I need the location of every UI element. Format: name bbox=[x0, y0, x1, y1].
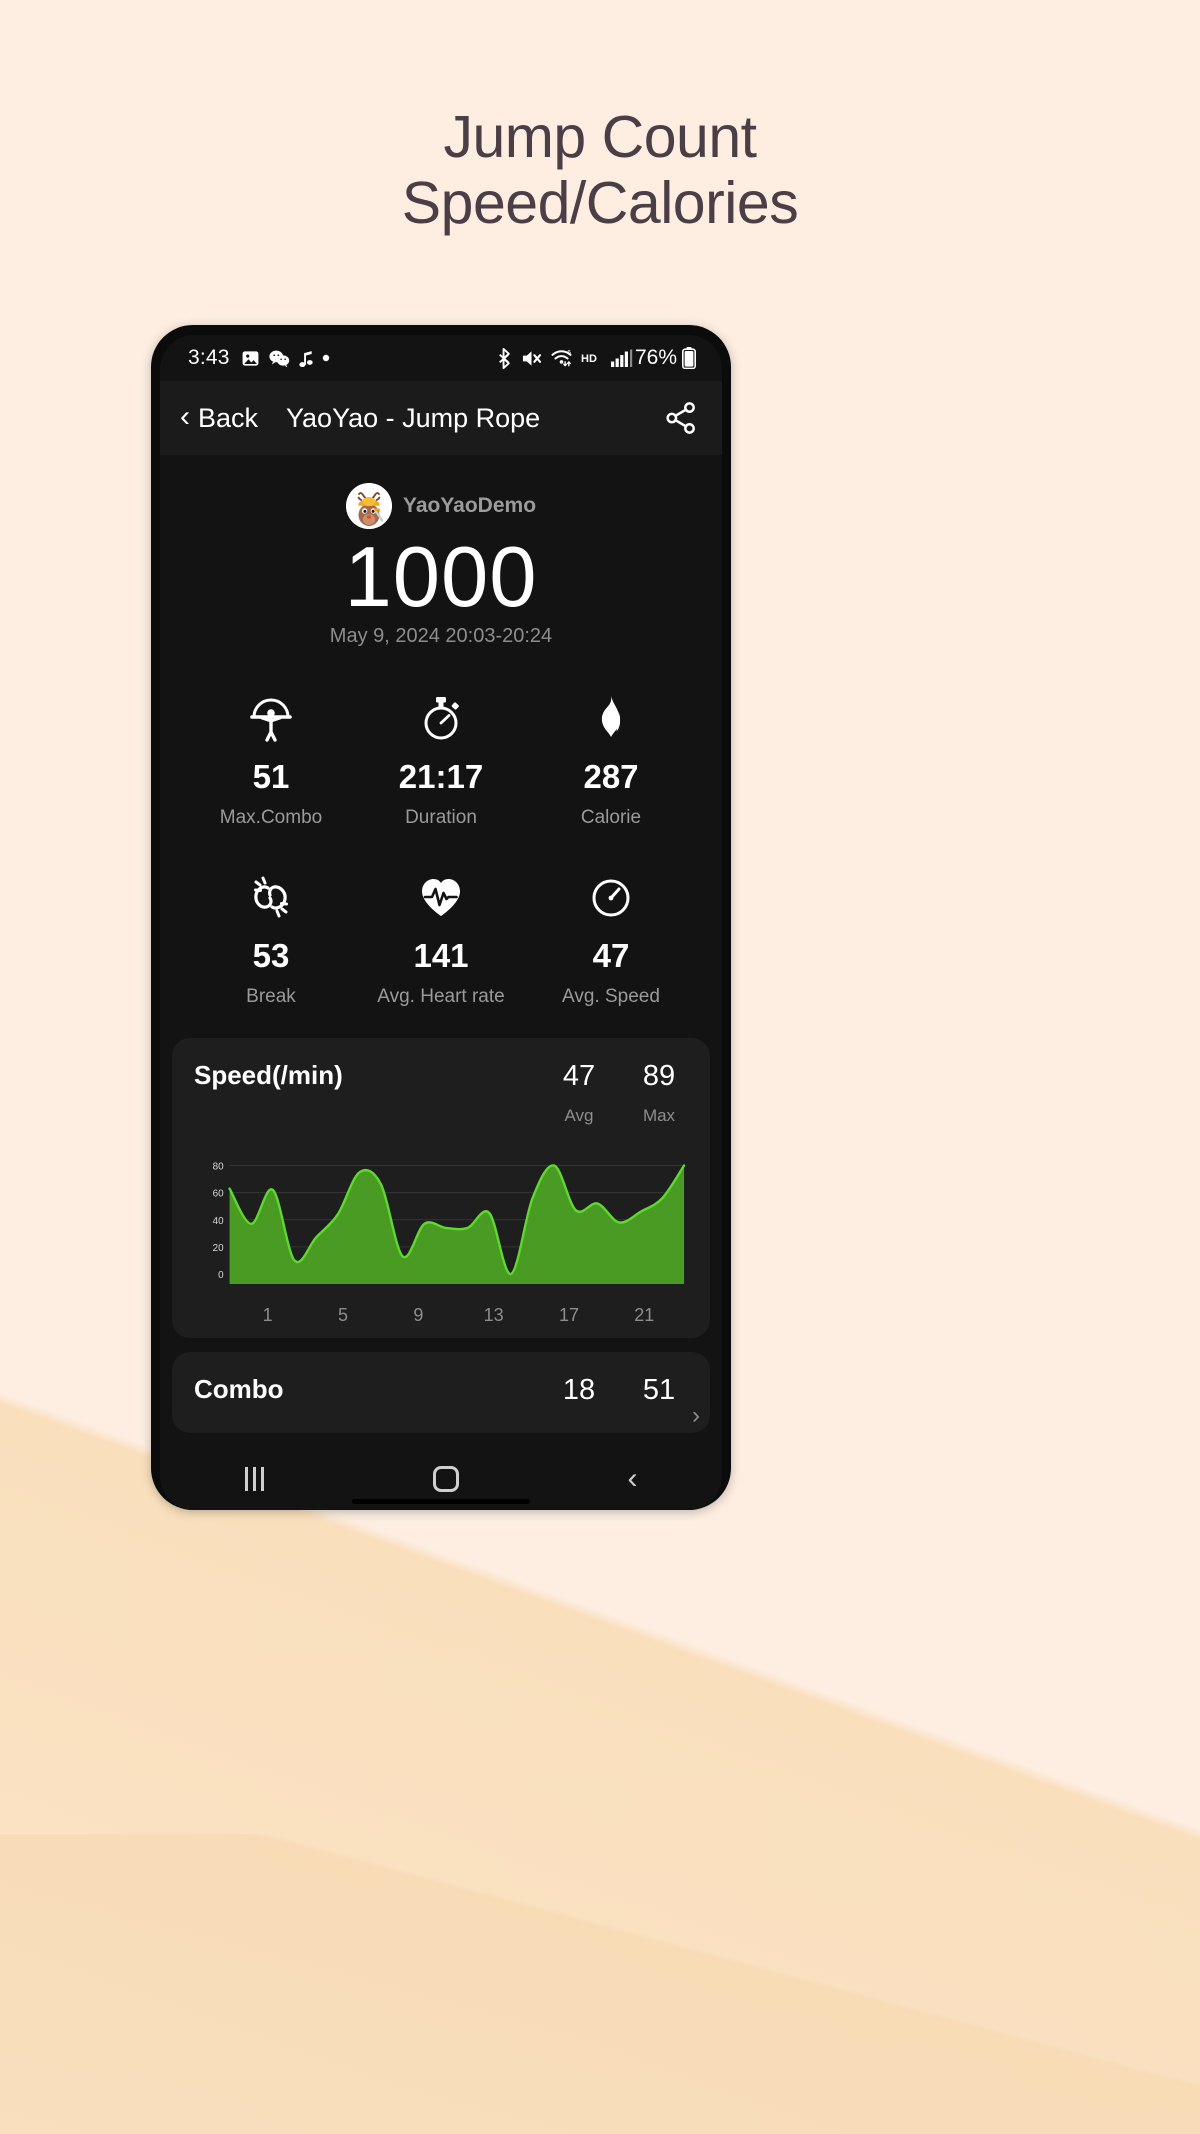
stat-label: Max.Combo bbox=[219, 807, 323, 829]
back-label: Back bbox=[198, 402, 259, 433]
chart-x-tick: 13 bbox=[483, 1305, 504, 1326]
combo-right-value: 51 bbox=[642, 1374, 676, 1407]
combo-left: 18 bbox=[550, 1374, 608, 1407]
chevron-left-icon: ‹ bbox=[180, 400, 190, 433]
stat-value: 21:17 bbox=[398, 758, 484, 796]
username: YaoYaoDemo bbox=[402, 494, 537, 517]
hero-section: YaoYaoDemo 1000 May 9, 2024 20:03-20:24 bbox=[160, 455, 722, 654]
svg-text:80: 80 bbox=[213, 1162, 224, 1173]
chart-x-tick: 17 bbox=[558, 1305, 579, 1326]
flame-icon bbox=[526, 688, 696, 744]
page-title: YaoYao - Jump Rope bbox=[286, 402, 541, 433]
android-nav-bar: ‹ bbox=[160, 1448, 722, 1510]
combo-right: 51 bbox=[630, 1374, 688, 1407]
stopwatch-icon bbox=[356, 688, 526, 744]
status-bar: 3:43 6 HD 76% bbox=[160, 335, 722, 381]
chart-x-axis: 1 5 9 13 17 21 bbox=[230, 1305, 688, 1326]
stat-label: Avg. Heart rate bbox=[377, 986, 505, 1008]
stat-value: 141 bbox=[413, 937, 469, 975]
user-row: YaoYaoDemo bbox=[160, 483, 722, 529]
stat-value: 287 bbox=[583, 758, 639, 796]
svg-text:20: 20 bbox=[213, 1243, 224, 1254]
speed-card-title: Speed(/min) bbox=[194, 1060, 343, 1091]
wifi6-icon: 6 bbox=[550, 348, 573, 368]
back-button[interactable]: ‹ Back bbox=[180, 400, 259, 434]
status-left-icons bbox=[241, 349, 330, 368]
speedometer-icon bbox=[526, 867, 696, 923]
home-icon[interactable] bbox=[432, 1466, 459, 1492]
wechat-icon bbox=[269, 349, 290, 368]
dot-icon bbox=[322, 354, 330, 362]
background-band-lower bbox=[0, 1834, 1200, 2134]
speed-max-label: Max bbox=[642, 1106, 676, 1126]
chart-x-tick: 21 bbox=[634, 1305, 655, 1326]
stat-avg-speed: 47 Avg. Speed bbox=[526, 867, 696, 1008]
phone-frame: 3:43 6 HD 76% ‹ Back YaoYao - Jump Rope … bbox=[151, 325, 731, 1510]
speed-avg-label: Avg bbox=[564, 1106, 594, 1126]
stat-break: 53 Break bbox=[186, 867, 356, 1008]
bluetooth-icon bbox=[496, 347, 513, 369]
promo-headline: Jump Count Speed/Calories bbox=[0, 104, 1200, 236]
stats-row-1: 51 Max.Combo 21:17 Duration 287 Calorie bbox=[186, 688, 696, 829]
svg-text:40: 40 bbox=[213, 1216, 224, 1227]
battery-percent: 76% bbox=[634, 346, 677, 369]
stats-row-2: 53 Break 141 Avg. Heart rate 47 Avg. Spe… bbox=[186, 867, 696, 1008]
headline-line-1: Jump Count bbox=[443, 104, 757, 170]
combo-card-title: Combo bbox=[194, 1374, 284, 1405]
share-icon[interactable] bbox=[664, 401, 698, 435]
speed-card-header: Speed(/min) 47 Avg 89 Max bbox=[194, 1060, 688, 1126]
stat-duration: 21:17 Duration bbox=[356, 688, 526, 829]
avatar bbox=[345, 483, 392, 529]
chart-x-tick: 1 bbox=[262, 1305, 273, 1326]
photo-icon bbox=[241, 349, 260, 368]
session-date-range: May 9, 2024 20:03-20:24 bbox=[329, 625, 553, 648]
stat-label: Avg. Speed bbox=[562, 986, 660, 1008]
speed-max: 89 Max bbox=[630, 1060, 688, 1126]
speed-max-value: 89 bbox=[642, 1060, 676, 1093]
recent-apps-icon[interactable] bbox=[244, 1467, 264, 1491]
phone-screen: 3:43 6 HD 76% ‹ Back YaoYao - Jump Rope … bbox=[160, 335, 722, 1510]
stat-calorie: 287 Calorie bbox=[526, 688, 696, 829]
stat-max-combo: 51 Max.Combo bbox=[186, 688, 356, 829]
stats-grid: 51 Max.Combo 21:17 Duration 287 Calorie … bbox=[160, 654, 722, 1038]
combo-left-value: 18 bbox=[562, 1374, 596, 1407]
stat-value: 53 bbox=[252, 937, 290, 975]
status-time: 3:43 bbox=[188, 346, 230, 369]
jump-rope-icon bbox=[186, 688, 356, 744]
speed-card[interactable]: Speed(/min) 47 Avg 89 Max 80 60 40 20 0 1591… bbox=[172, 1038, 710, 1339]
speed-avg-value: 47 bbox=[562, 1060, 596, 1093]
stat-label: Duration bbox=[405, 807, 477, 829]
chart-x-tick: 9 bbox=[413, 1305, 424, 1326]
combo-card-header: Combo 18 51 bbox=[194, 1374, 688, 1407]
app-navbar: ‹ Back YaoYao - Jump Rope bbox=[160, 381, 722, 455]
speed-chart: 80 60 40 20 0 bbox=[194, 1144, 688, 1296]
svg-text:HD: HD bbox=[581, 353, 597, 365]
chevron-right-icon[interactable]: › bbox=[692, 1402, 700, 1430]
stat-heart-rate: 141 Avg. Heart rate bbox=[356, 867, 526, 1008]
svg-text:0: 0 bbox=[218, 1270, 224, 1281]
headline-line-2: Speed/Calories bbox=[401, 170, 799, 237]
status-right-icons: 6 HD bbox=[496, 347, 633, 369]
app-content: YaoYaoDemo 1000 May 9, 2024 20:03-20:24 bbox=[160, 455, 722, 1448]
mute-icon bbox=[521, 349, 542, 368]
stat-value: 47 bbox=[592, 937, 630, 975]
chart-x-tick: 5 bbox=[337, 1305, 348, 1326]
svg-text:6: 6 bbox=[567, 350, 571, 357]
stat-label: Calorie bbox=[580, 807, 642, 829]
heart-pulse-icon bbox=[356, 867, 526, 923]
signal-icon bbox=[610, 349, 633, 368]
gesture-bar bbox=[352, 1499, 530, 1504]
music-note-icon bbox=[299, 349, 313, 368]
jump-count-value: 1000 bbox=[344, 530, 538, 625]
break-rope-icon bbox=[186, 867, 356, 923]
stat-label: Break bbox=[246, 986, 296, 1008]
speed-avg: 47 Avg bbox=[550, 1060, 608, 1126]
back-icon[interactable]: ‹ bbox=[628, 1464, 638, 1494]
battery-icon bbox=[682, 347, 696, 369]
combo-card[interactable]: Combo 18 51 › bbox=[172, 1352, 710, 1434]
svg-text:60: 60 bbox=[213, 1189, 224, 1200]
stat-value: 51 bbox=[252, 758, 290, 796]
hd-icon: HD bbox=[581, 351, 603, 365]
